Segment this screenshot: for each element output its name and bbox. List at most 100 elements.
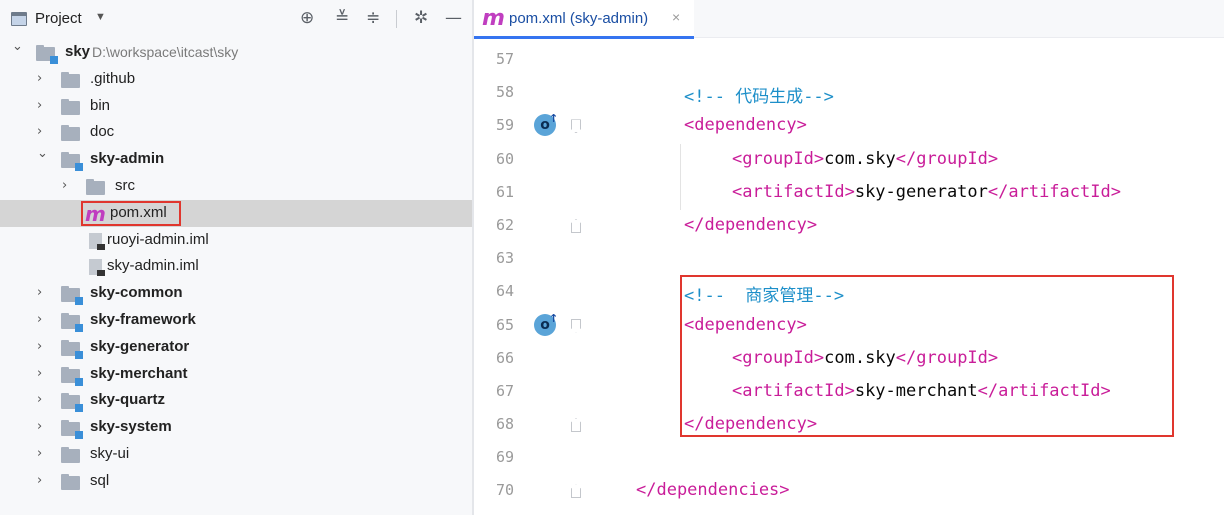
module-folder-icon — [61, 420, 83, 440]
code-line[interactable]: 62 </dependency> — [474, 210, 1224, 243]
tree-item[interactable]: sky-admin.iml — [0, 253, 472, 280]
code-line[interactable]: 61 <artifactId>sky-generator</artifactId> — [474, 176, 1224, 210]
code-line[interactable]: 57 — [474, 44, 1224, 77]
overrides-icon[interactable]: o ↑ — [534, 312, 558, 336]
code-token: <groupId> — [732, 148, 825, 169]
tree-item[interactable]: › sky-ui — [0, 441, 472, 468]
iml-file-icon — [89, 259, 105, 277]
tree-item[interactable]: › src — [0, 173, 472, 200]
code-token: <!-- — [684, 87, 736, 108]
folder-icon — [61, 473, 80, 490]
tree-item[interactable]: › sky-system — [0, 414, 472, 441]
editor-tab-bar: m pom.xml (sky-admin) × — [474, 0, 1224, 39]
tree-item-path: D:\workspace\itcast\sky — [92, 44, 239, 60]
toolbar-separator — [396, 10, 397, 28]
fold-close-icon[interactable] — [571, 484, 581, 499]
chevron-right-icon[interactable]: › — [37, 312, 49, 328]
module-badge-icon — [75, 404, 83, 413]
chevron-right-icon[interactable]: › — [37, 285, 49, 301]
code-text: <!-- 代码生成--> — [684, 82, 834, 107]
chevron-right-icon[interactable]: › — [37, 366, 49, 382]
line-number: 57 — [496, 50, 515, 68]
collapse-all-icon[interactable]: ≑ — [366, 8, 380, 28]
tree-item-label: sql — [90, 471, 110, 489]
fold-close-icon[interactable] — [571, 218, 581, 233]
project-view-selector[interactable]: Project — [35, 10, 82, 27]
chevron-right-icon[interactable]: › — [37, 473, 49, 489]
chevron-down-icon[interactable]: ⌄ — [12, 39, 24, 55]
code-line[interactable]: 69 — [474, 442, 1224, 475]
tree-item[interactable]: › sky-generator — [0, 334, 472, 361]
project-view-icon — [11, 12, 27, 26]
tree-item-label: sky-merchant — [90, 364, 188, 382]
tree-item[interactable]: ⌄ sky-admin — [0, 146, 472, 173]
tree-item[interactable]: › doc — [0, 119, 472, 146]
overrides-icon[interactable]: o ↑ — [534, 112, 558, 137]
folder-icon — [86, 178, 105, 195]
code-line[interactable]: 70 </dependencies> — [474, 475, 1224, 508]
code-line[interactable]: 59 o ↑ <dependency> — [474, 110, 1224, 143]
tree-item-label: sky-framework — [90, 310, 196, 328]
tree-item[interactable]: m pom.xml — [0, 199, 472, 227]
maven-icon: m — [482, 6, 505, 31]
close-icon[interactable]: × — [672, 9, 680, 25]
code-text: <dependency> — [684, 115, 807, 135]
tab-pom-xml[interactable]: m pom.xml (sky-admin) × — [474, 0, 694, 39]
code-token: com.sky — [824, 148, 896, 169]
fold-close-icon[interactable] — [571, 418, 581, 433]
chevron-right-icon[interactable]: › — [37, 339, 49, 355]
code-token: </dependencies> — [636, 480, 790, 501]
tree-item-label: sky-system — [90, 418, 172, 436]
chevron-right-icon[interactable]: › — [37, 98, 49, 114]
line-number: 61 — [496, 182, 515, 201]
code-line[interactable]: 58 <!-- 代码生成--> — [474, 77, 1224, 110]
module-folder-icon — [61, 393, 83, 413]
chevron-right-icon[interactable]: › — [37, 419, 49, 435]
hide-icon[interactable]: — — [445, 8, 462, 28]
indent-guide — [680, 176, 681, 210]
tree-item[interactable]: › .github — [0, 66, 472, 93]
iml-file-icon — [89, 232, 105, 250]
fold-open-icon[interactable] — [571, 318, 581, 333]
line-number: 64 — [496, 282, 515, 301]
chevron-right-icon[interactable]: › — [37, 446, 49, 462]
code-token: sky-generator — [854, 181, 988, 202]
chevron-right-icon[interactable]: › — [37, 392, 49, 408]
chevron-right-icon[interactable]: › — [37, 124, 49, 140]
fold-open-icon[interactable] — [571, 119, 581, 134]
gear-icon[interactable]: ✲ — [414, 8, 428, 28]
code-token: <artifactId> — [732, 181, 855, 202]
locate-icon[interactable]: ⊕ — [300, 8, 314, 28]
tree-item[interactable]: ⌄ sky D:\workspace\itcast\sky — [0, 39, 472, 66]
tree-item[interactable]: › sky-merchant — [0, 361, 472, 388]
code-text: <artifactId>sky-generator</artifactId> — [732, 182, 1121, 202]
line-number: 69 — [496, 448, 515, 467]
code-text: </dependency> — [684, 215, 817, 235]
code-line[interactable]: 60 <groupId>com.sky</groupId> — [474, 143, 1224, 177]
code-line[interactable]: 63 — [474, 243, 1224, 276]
line-number: 67 — [496, 381, 515, 400]
code-token: 代码生成 — [735, 87, 804, 108]
tree-item[interactable]: › sky-framework — [0, 307, 472, 334]
chevron-down-icon[interactable]: ⌄ — [37, 146, 49, 162]
tree-item-label: sky-ui — [90, 444, 130, 462]
tree-item[interactable]: › sky-common — [0, 280, 472, 307]
tree-item-label: sky-common — [90, 284, 183, 302]
code-token: <dependency> — [684, 115, 807, 136]
module-badge-icon — [50, 56, 58, 64]
chevron-down-icon[interactable]: ▼ — [95, 11, 106, 23]
tree-item[interactable]: › sky-quartz — [0, 387, 472, 414]
tree-item-label: doc — [90, 123, 115, 141]
module-folder-icon — [61, 286, 83, 306]
module-badge-icon — [75, 297, 83, 306]
tree-item-label: src — [115, 176, 135, 194]
pom-highlight-box — [81, 201, 181, 226]
chevron-right-icon[interactable]: › — [37, 71, 49, 87]
chevron-right-icon[interactable]: › — [62, 178, 74, 194]
module-badge-icon — [75, 350, 83, 359]
tree-item[interactable]: › bin — [0, 93, 472, 120]
tree-item[interactable]: › sql — [0, 468, 472, 495]
tree-item[interactable]: ruoyi-admin.iml — [0, 227, 472, 254]
code-token: --> — [803, 87, 834, 108]
expand-all-icon[interactable]: ≚ — [335, 8, 349, 28]
